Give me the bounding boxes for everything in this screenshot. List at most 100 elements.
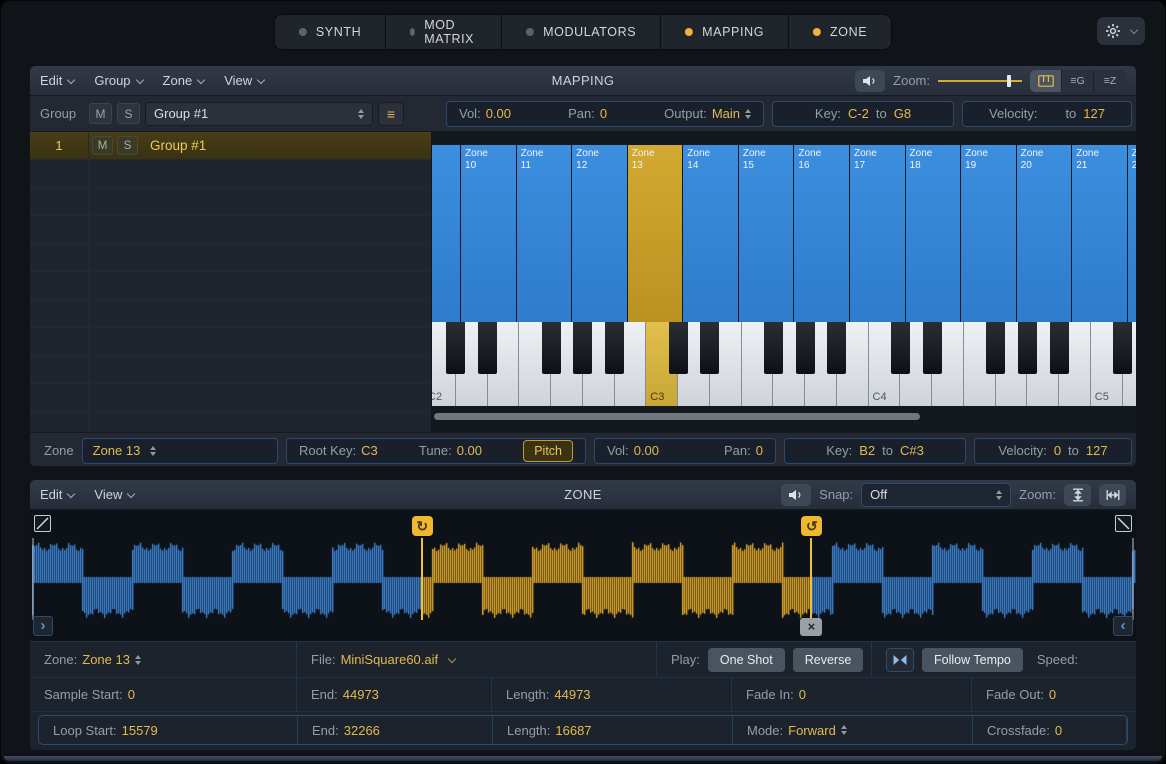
zone-strip[interactable]: Zone 20 [1017,145,1072,322]
zone-select-dropdown[interactable]: Zone:Zone 13 [44,652,141,667]
group-output-dropdown[interactable]: Output:Main [664,106,751,121]
zone-strip[interactable]: Zone 22 [1128,145,1136,322]
loop-crossfade-button[interactable] [886,648,914,672]
loop-length-field[interactable]: Length:16687 [507,723,592,738]
zone-strip[interactable]: Zone 14 [683,145,738,322]
piano-black-key[interactable] [542,322,561,374]
group-mute-button[interactable]: M [89,103,112,124]
zone-select-dropdown[interactable]: Zone 13 [82,438,278,464]
sample-length-field[interactable]: Length:44973 [506,687,591,702]
group-row-empty[interactable] [30,244,431,272]
group-row-solo-button[interactable]: S [117,136,138,155]
loop-start-field[interactable]: Loop Start:15579 [53,723,158,738]
slider-handle[interactable] [1007,75,1011,87]
zone-strip[interactable]: Zone 19 [961,145,1016,322]
vertical-zoom-button[interactable] [1064,484,1091,506]
crossfade-field[interactable]: Crossfade:0 [987,723,1062,738]
zone-root-key-field[interactable]: Root Key:C3 [299,443,378,458]
piano-black-key[interactable] [796,322,815,374]
group-view-button[interactable]: ≡G [1062,70,1094,92]
menu-zone[interactable]: Zone [163,73,205,88]
piano-black-key[interactable] [891,322,910,374]
horizontal-zoom-button[interactable] [1099,484,1126,506]
loop-end-handle[interactable]: ↺ [801,516,822,536]
group-row-empty[interactable] [30,328,431,356]
piano-black-key[interactable] [827,322,846,374]
piano-black-key[interactable] [478,322,497,374]
sample-start-field[interactable]: Sample Start:0 [44,687,135,702]
zone-tune-field[interactable]: Tune:0.00 [419,443,482,458]
fade-in-field[interactable]: Fade In:0 [746,687,806,702]
snap-dropdown[interactable]: Off [861,483,1011,507]
menu-view[interactable]: View [224,73,264,88]
settings-menu-button[interactable] [1097,17,1145,45]
zone-vel-high-field[interactable]: 127 [1086,443,1108,458]
zone-strip[interactable]: Zone 21 [1072,145,1127,322]
tab-mapping[interactable]: MAPPING [661,15,789,49]
sample-end-field[interactable]: End:44973 [311,687,379,702]
zone-key-low-field[interactable]: B2 [859,443,875,458]
tab-zone[interactable]: ZONE [789,15,891,49]
group-row-empty[interactable] [30,216,431,244]
tab-synth[interactable]: SYNTH [275,15,386,49]
mapping-zoom-slider[interactable] [938,74,1022,88]
group-row-empty[interactable] [30,356,431,384]
window-bottom-edge[interactable] [4,756,1162,761]
fade-in-handle[interactable] [34,515,51,532]
sample-end-marker[interactable] [1132,538,1134,620]
zone-volume-field[interactable]: Vol:0.00 [607,443,659,458]
zone-key-high-field[interactable]: C#3 [900,443,924,458]
group-row-empty[interactable] [30,300,431,328]
zone-strip[interactable]: Zone 15 [739,145,794,322]
group-select-dropdown[interactable]: Group #1 [145,102,373,126]
zone-strip[interactable]: Zone 16 [794,145,849,322]
piano-black-key[interactable] [605,322,624,374]
zone-strip[interactable]: Zone 17 [850,145,905,322]
menu-group[interactable]: Group [94,73,142,88]
tab-mod-matrix[interactable]: MOD MATRIX [386,15,502,49]
menu-edit[interactable]: Edit [40,73,74,88]
loop-end-line[interactable] [810,538,812,620]
group-row-empty[interactable] [30,188,431,216]
zone-strip[interactable]: Zone 18 [906,145,961,322]
zone-pan-field[interactable]: Pan:0 [724,443,763,458]
scroll-left-button[interactable]: › [33,616,53,636]
piano-black-key[interactable] [573,322,592,374]
fade-out-field[interactable]: Fade Out:0 [986,687,1056,702]
pitch-toggle-button[interactable]: Pitch [523,440,573,462]
zone-strip[interactable]: Zone 9 [432,145,460,322]
group-row[interactable]: 1MSGroup #1 [30,132,431,160]
group-key-high-field[interactable]: G8 [894,106,911,121]
audition-button[interactable] [781,484,811,506]
menu-edit[interactable]: Edit [40,487,74,502]
one-shot-button[interactable]: One Shot [708,648,785,672]
group-row-empty[interactable] [30,160,431,188]
loop-start-line[interactable] [421,538,423,620]
piano-black-key[interactable] [1113,322,1132,374]
menu-view[interactable]: View [94,487,134,502]
group-row-empty[interactable] [30,384,431,412]
keyboard-view-button[interactable] [1030,70,1062,92]
group-solo-button[interactable]: S [117,103,140,124]
tab-modulators[interactable]: MODULATORS [502,15,661,49]
piano-black-key[interactable] [669,322,688,374]
zone-view-button[interactable]: ≡Z [1094,70,1126,92]
group-row-mute-button[interactable]: M [92,136,113,155]
group-volume-field[interactable]: Vol:0.00 [459,106,511,121]
follow-tempo-button[interactable]: Follow Tempo [922,648,1023,672]
piano-black-key[interactable] [700,322,719,374]
reverse-button[interactable]: Reverse [793,648,864,672]
sample-start-marker[interactable] [32,538,34,620]
scroll-right-button[interactable]: ‹ [1113,616,1133,636]
group-key-low-field[interactable]: C-2 [848,106,869,121]
group-row-empty[interactable] [30,272,431,300]
audition-button[interactable] [855,70,885,92]
loop-end-field[interactable]: End:32266 [312,723,380,738]
group-pan-field[interactable]: Pan:0 [568,106,607,121]
piano-black-key[interactable] [923,322,942,374]
zone-strip[interactable]: Zone 10 [461,145,516,322]
zone-strip[interactable]: Zone 12 [572,145,627,322]
loop-mode-dropdown[interactable]: Mode:Forward [747,723,847,738]
piano-black-key[interactable] [986,322,1005,374]
horizontal-scrollbar[interactable] [434,413,920,420]
